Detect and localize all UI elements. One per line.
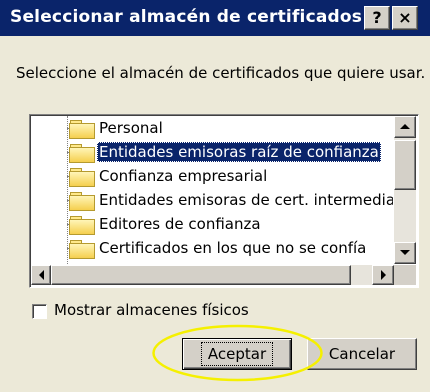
tree-item-trusted-root[interactable]: Entidades emisoras raíz de confianza [31, 140, 393, 164]
tree-item-intermediate-ca[interactable]: Entidades emisoras de cert. intermedias [31, 188, 393, 212]
folder-icon [69, 120, 95, 139]
tree-item-untrusted[interactable]: Certificados en los que no se confía [31, 236, 393, 260]
arrow-left-icon [39, 270, 44, 280]
folder-icon [69, 216, 95, 235]
arrow-right-icon [381, 270, 386, 280]
close-button[interactable]: × [392, 6, 418, 30]
scrollbar-corner [394, 265, 416, 285]
scroll-left-button[interactable] [31, 265, 51, 285]
window-title: Seleccionar almacén de certificados [10, 7, 363, 27]
horizontal-scroll-thumb[interactable] [51, 265, 351, 285]
show-physical-stores-label[interactable]: Mostrar almacenes físicos [54, 301, 249, 319]
tree-item-label: Editores de confianza [99, 215, 261, 233]
folder-icon [69, 240, 95, 259]
arrow-up-icon [400, 124, 410, 129]
certificate-store-tree[interactable]: Personal Entidades emisoras raíz de conf… [29, 114, 419, 288]
title-bar: Seleccionar almacén de certificados ? × [0, 0, 430, 36]
tree-item-label-selected: Entidades emisoras raíz de confianza [97, 142, 381, 162]
tree-item-label: Certificados en los que no se confía [99, 239, 367, 257]
tree-item-label: Personal [99, 119, 163, 137]
scroll-up-button[interactable] [394, 116, 416, 138]
scroll-right-button[interactable] [372, 265, 394, 285]
vertical-scrollbar[interactable] [394, 116, 416, 264]
tree-item-enterprise-trust[interactable]: Confianza empresarial [31, 164, 393, 188]
help-button[interactable]: ? [364, 6, 390, 30]
arrow-down-icon [400, 250, 410, 255]
tree-item-label: Entidades emisoras de cert. intermedias [99, 191, 393, 209]
horizontal-scrollbar[interactable] [31, 265, 394, 285]
folder-icon [69, 144, 95, 163]
tree-item-label: Confianza empresarial [99, 167, 268, 185]
highlight-ellipse [152, 324, 323, 382]
folder-icon [69, 192, 95, 211]
tree-item-personal[interactable]: Personal [31, 116, 393, 140]
prompt-text: Seleccione el almacén de certificados qu… [16, 64, 426, 82]
scroll-down-button[interactable] [394, 242, 416, 264]
vertical-scroll-thumb[interactable] [394, 140, 416, 190]
folder-icon [69, 168, 95, 187]
tree-item-trusted-publishers[interactable]: Editores de confianza [31, 212, 393, 236]
show-physical-stores-checkbox[interactable] [32, 304, 47, 319]
